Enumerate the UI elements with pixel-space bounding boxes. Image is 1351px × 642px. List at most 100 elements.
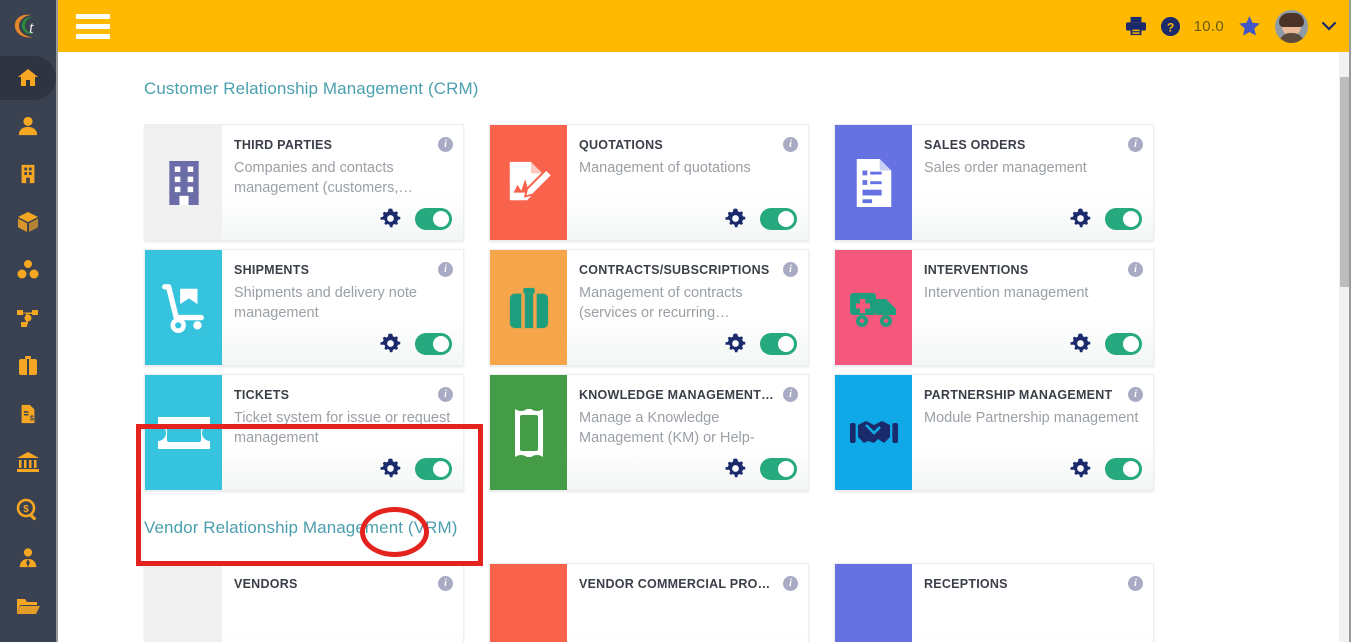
app-logo[interactable]: t — [0, 0, 56, 52]
gear-icon — [725, 333, 746, 353]
module-card-body: THIRD PARTIES Companies and contacts man… — [222, 125, 463, 240]
module-actions — [1069, 332, 1142, 355]
module-setup-gear-button[interactable] — [1069, 207, 1092, 230]
module-card[interactable]: KNOWLEDGE MANAGEMENT SYS… Manage a Knowl… — [489, 374, 809, 491]
module-card[interactable]: CONTRACTS/SUBSCRIPTIONS Management of co… — [489, 249, 809, 366]
info-icon[interactable]: i — [783, 262, 798, 277]
section-title: Customer Relationship Management (CRM) — [144, 79, 479, 98]
module-enable-toggle[interactable] — [760, 332, 797, 355]
module-setup-gear-button[interactable] — [379, 332, 402, 355]
module-thumbnail — [835, 375, 912, 490]
module-title: CONTRACTS/SUBSCRIPTIONS — [579, 263, 770, 277]
dolly-icon — [161, 283, 204, 333]
module-setup-gear-button[interactable] — [379, 207, 402, 230]
module-actions — [724, 207, 797, 230]
sidebar-item-agenda[interactable] — [0, 630, 56, 642]
sidebar-item-documents[interactable] — [0, 582, 56, 630]
briefcase-icon — [19, 356, 37, 375]
module-enable-toggle[interactable] — [415, 207, 452, 230]
toggle-knob — [1123, 210, 1139, 227]
module-setup-gear-button[interactable] — [724, 457, 747, 480]
module-card[interactable]: SHIPMENTS Shipments and delivery note ma… — [144, 249, 464, 366]
sidebar-item-companies[interactable] — [0, 150, 56, 198]
module-card-body: VENDOR COMMERCIAL PROPOS… i — [567, 564, 808, 642]
sidebar-item-commercial[interactable] — [0, 342, 56, 390]
module-content-area: Customer Relationship Management (CRM) T… — [58, 52, 1351, 642]
module-card[interactable]: INTERVENTIONS Intervention management i — [834, 249, 1154, 366]
module-setup-gear-button[interactable] — [724, 332, 747, 355]
module-actions — [379, 207, 452, 230]
info-icon[interactable]: i — [1128, 137, 1143, 152]
printer-icon[interactable] — [1125, 16, 1147, 36]
info-icon[interactable]: i — [1128, 576, 1143, 591]
sidebar-item-accounting[interactable] — [0, 438, 56, 486]
module-card-grid: THIRD PARTIES Companies and contacts man… — [144, 124, 1351, 491]
sidebar-item-home[interactable] — [0, 54, 56, 102]
chevron-down-icon[interactable] — [1321, 20, 1337, 32]
module-setup-gear-button[interactable] — [1069, 332, 1092, 355]
book-page-icon — [514, 408, 543, 457]
module-card-body: RECEPTIONS i — [912, 564, 1153, 642]
module-actions — [379, 332, 452, 355]
box-icon — [18, 212, 38, 232]
module-card-body: KNOWLEDGE MANAGEMENT SYS… Manage a Knowl… — [567, 375, 808, 490]
module-card[interactable]: SALES ORDERS Sales order management i — [834, 124, 1154, 241]
module-setup-gear-button[interactable] — [1069, 457, 1092, 480]
toggle-knob — [433, 335, 449, 352]
sidebar-item-third-parties[interactable] — [0, 102, 56, 150]
module-description: Manage a Knowledge Management (KM) or He… — [579, 410, 755, 446]
info-icon[interactable]: i — [783, 137, 798, 152]
module-enable-toggle[interactable] — [415, 457, 452, 480]
sidebar-item-products[interactable] — [0, 198, 56, 246]
invoice-icon: $ — [21, 404, 35, 424]
module-enable-toggle[interactable] — [760, 207, 797, 230]
gear-icon — [725, 208, 746, 228]
star-icon[interactable] — [1237, 14, 1262, 38]
svg-text:$: $ — [30, 413, 34, 422]
module-enable-toggle[interactable] — [1105, 332, 1142, 355]
module-title: TICKETS — [234, 388, 290, 402]
sitemap-icon — [17, 310, 38, 327]
toggle-knob — [778, 460, 794, 477]
info-icon[interactable]: i — [438, 262, 453, 277]
module-card[interactable]: QUOTATIONS Management of quotations i — [489, 124, 809, 241]
module-card[interactable]: VENDOR COMMERCIAL PROPOS… i — [489, 563, 809, 642]
module-enable-toggle[interactable] — [760, 457, 797, 480]
module-enable-toggle[interactable] — [1105, 207, 1142, 230]
info-icon[interactable]: i — [1128, 387, 1143, 402]
home-icon — [18, 69, 38, 86]
module-enable-toggle[interactable] — [415, 332, 452, 355]
sidebar-item-stocks[interactable] — [0, 246, 56, 294]
module-card[interactable]: PARTNERSHIP MANAGEMENT Module Partnershi… — [834, 374, 1154, 491]
module-card[interactable]: RECEPTIONS i — [834, 563, 1154, 642]
info-icon[interactable]: i — [1128, 262, 1143, 277]
module-setup-gear-button[interactable] — [724, 207, 747, 230]
info-icon[interactable]: i — [783, 576, 798, 591]
info-icon[interactable]: i — [438, 387, 453, 402]
module-title: SHIPMENTS — [234, 263, 310, 277]
info-icon[interactable]: i — [438, 576, 453, 591]
module-card[interactable]: VENDORS i — [144, 563, 464, 642]
hamburger-menu-icon[interactable] — [76, 13, 110, 39]
module-actions — [379, 457, 452, 480]
sidebar-item-hrm[interactable] — [0, 534, 56, 582]
info-icon[interactable]: i — [783, 387, 798, 402]
help-circle-icon[interactable]: ? — [1160, 16, 1181, 37]
sidebar-item-financial-search[interactable]: $ — [0, 486, 56, 534]
module-card[interactable]: THIRD PARTIES Companies and contacts man… — [144, 124, 464, 241]
building-icon — [168, 160, 199, 205]
module-setup-gear-button[interactable] — [379, 457, 402, 480]
module-enable-toggle[interactable] — [1105, 457, 1142, 480]
sidebar-item-projects[interactable] — [0, 294, 56, 342]
handshake-icon — [849, 420, 898, 443]
module-card-body: SALES ORDERS Sales order management i — [912, 125, 1153, 240]
sidebar-item-billing[interactable]: $ — [0, 390, 56, 438]
module-thumbnail — [145, 375, 222, 490]
module-actions — [1069, 457, 1142, 480]
module-thumbnail — [145, 250, 222, 365]
info-icon[interactable]: i — [438, 137, 453, 152]
avatar[interactable] — [1275, 9, 1308, 43]
order-doc-icon — [856, 158, 891, 207]
version-label: 10.0 — [1193, 17, 1224, 35]
module-card[interactable]: TICKETS Ticket system for issue or reque… — [144, 374, 464, 491]
